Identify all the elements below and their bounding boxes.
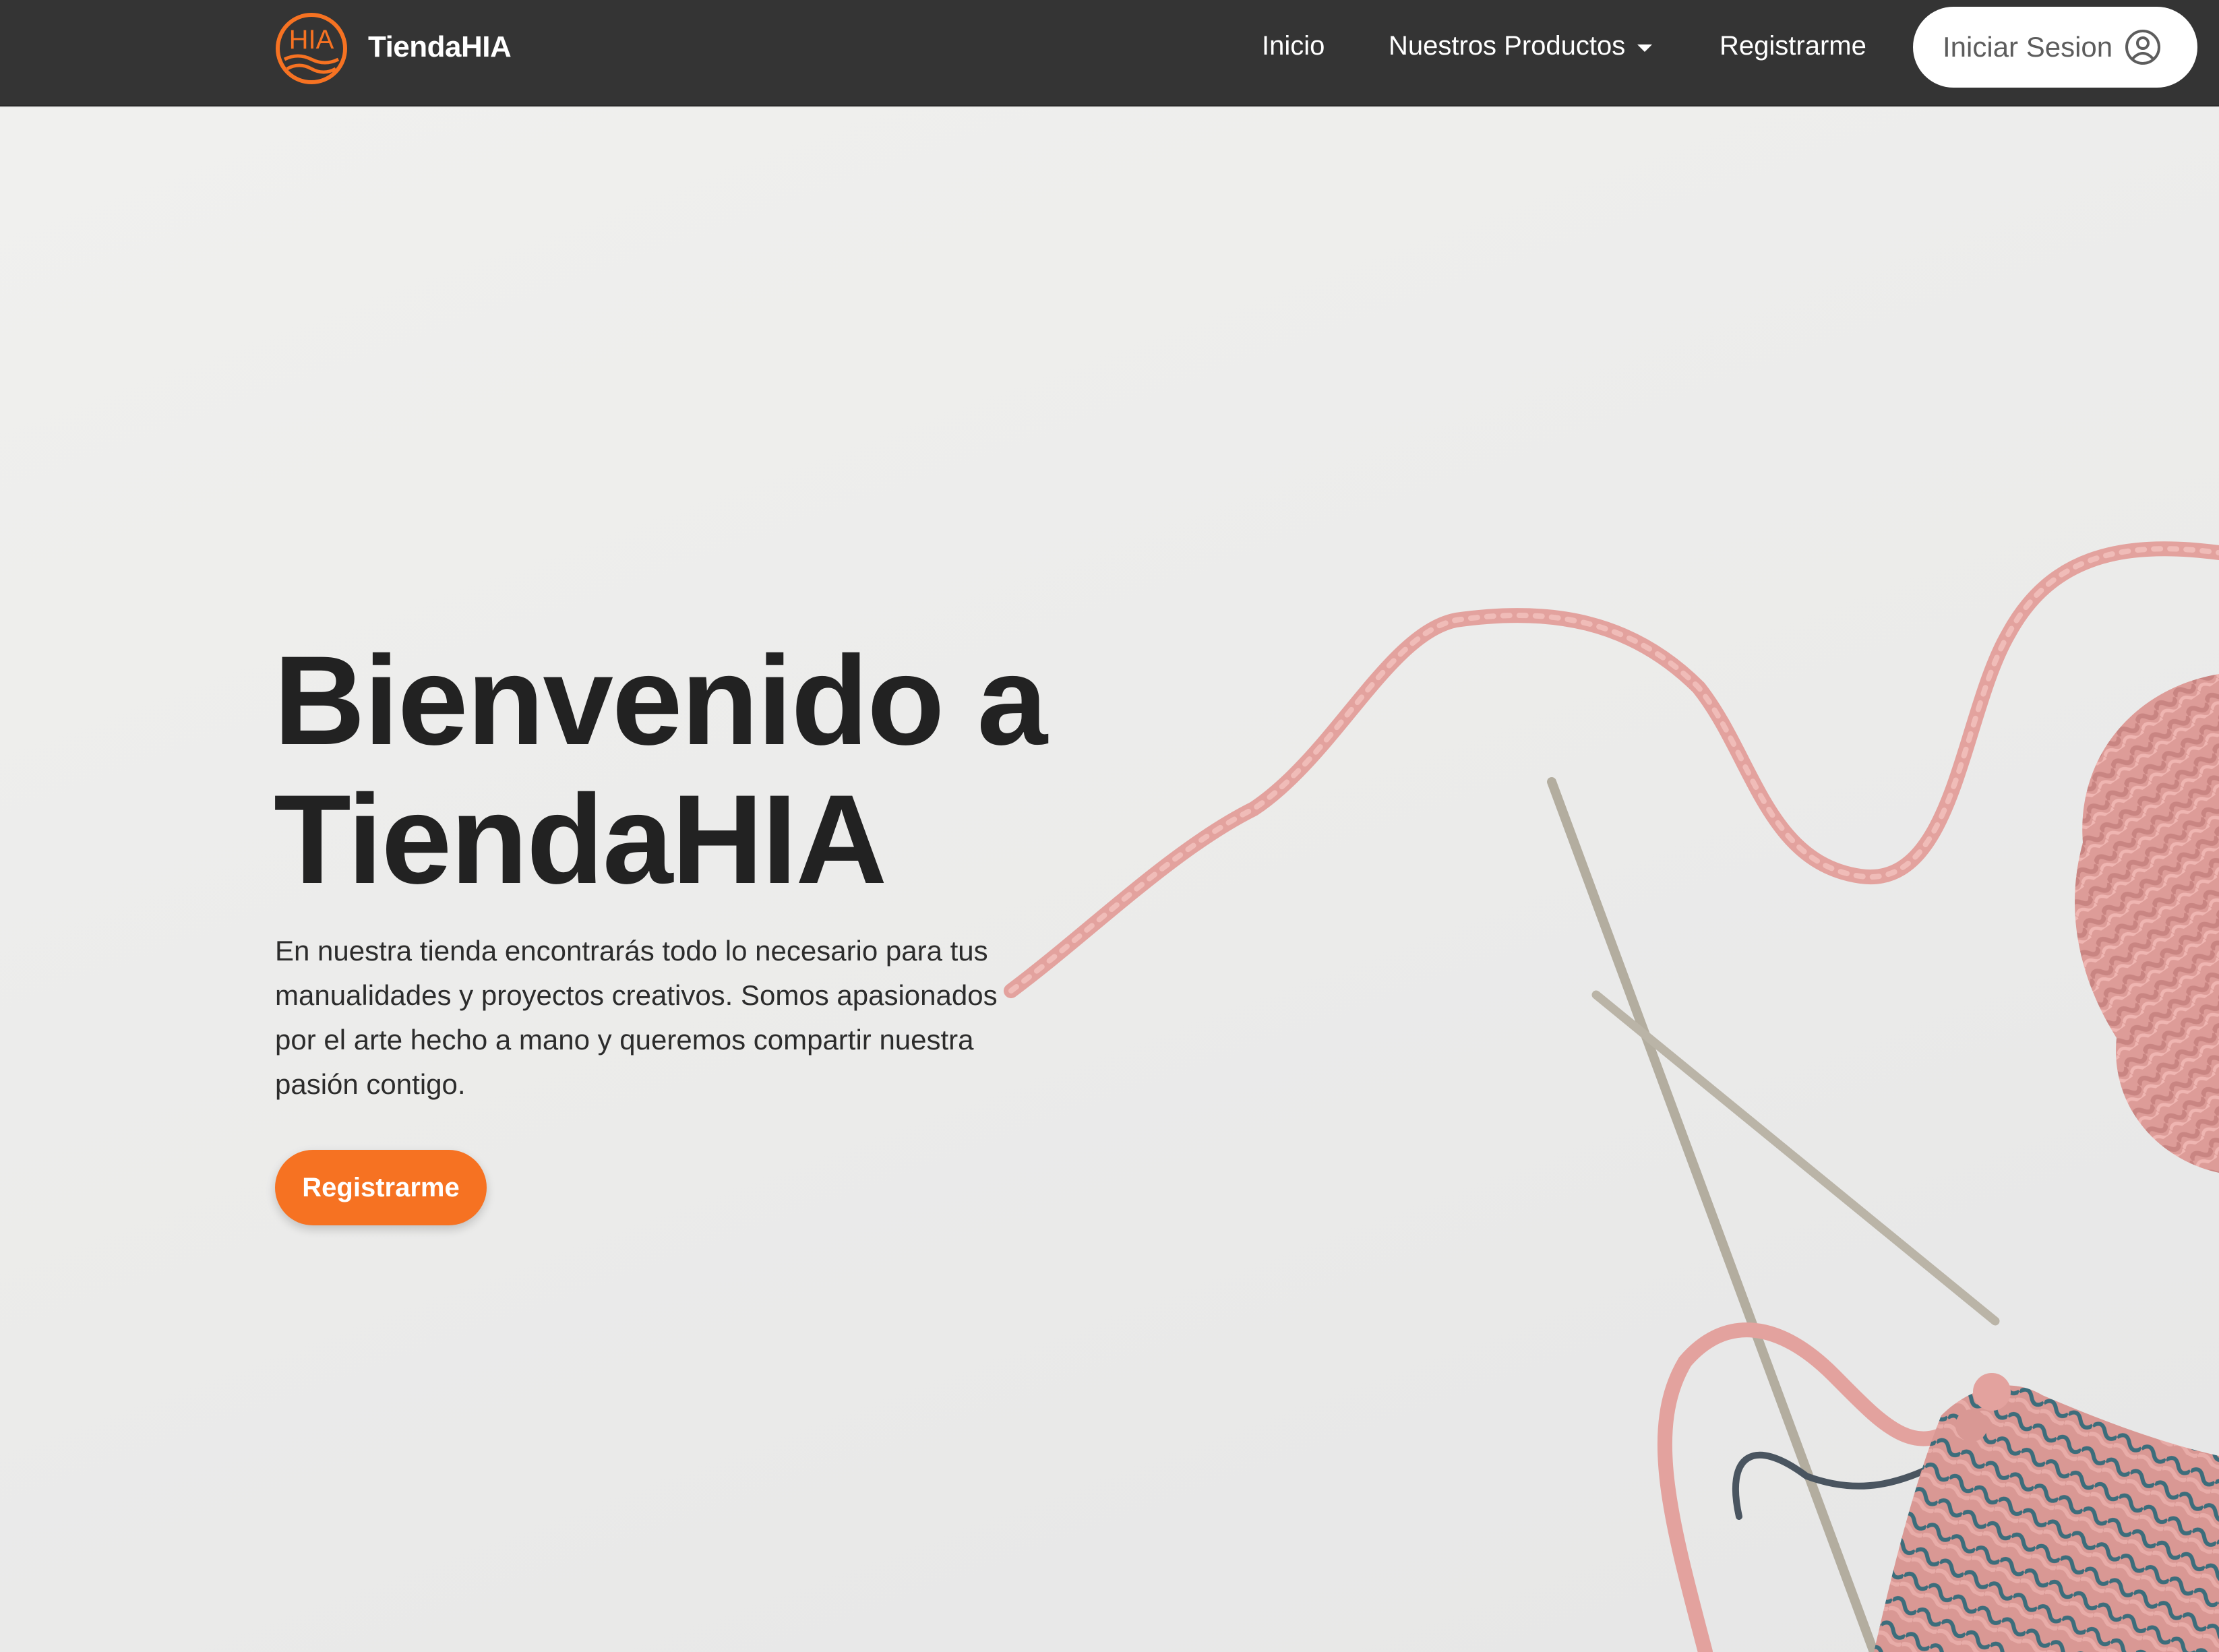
nav-productos-label: Nuestros Productos — [1389, 31, 1626, 61]
brand-name: TiendaHIA — [368, 30, 512, 63]
caret-down-icon — [1637, 44, 1653, 52]
hero-title: Bienvenido a TiendaHIA — [274, 631, 1285, 909]
user-circle-icon — [2125, 30, 2161, 65]
hero-title-line1: Bienvenido a — [274, 630, 1047, 771]
login-button[interactable]: Iniciar Sesion — [1913, 7, 2197, 88]
brand-home-link[interactable]: HIA TiendaHIA — [275, 7, 512, 88]
logo-text: HIA — [289, 25, 334, 55]
login-button-label: Iniciar Sesion — [1943, 31, 2113, 63]
hero-title-line2: TiendaHIA — [274, 768, 887, 910]
nav-productos-dropdown[interactable]: Nuestros Productos — [1389, 27, 1653, 65]
hia-logo-icon: HIA — [276, 13, 347, 84]
hero-register-button[interactable]: Registrarme — [275, 1150, 487, 1225]
hero-section: Bienvenido a TiendaHIA En nuestra tienda… — [0, 108, 2219, 1652]
nav-inicio[interactable]: Inicio — [1262, 27, 1325, 65]
hero-description: En nuestra tienda encontrarás todo lo ne… — [275, 935, 998, 1100]
top-navbar: HIA TiendaHIA Inicio Nuestros Productos … — [0, 0, 2219, 106]
nav-registrarme[interactable]: Registrarme — [1720, 27, 1866, 65]
